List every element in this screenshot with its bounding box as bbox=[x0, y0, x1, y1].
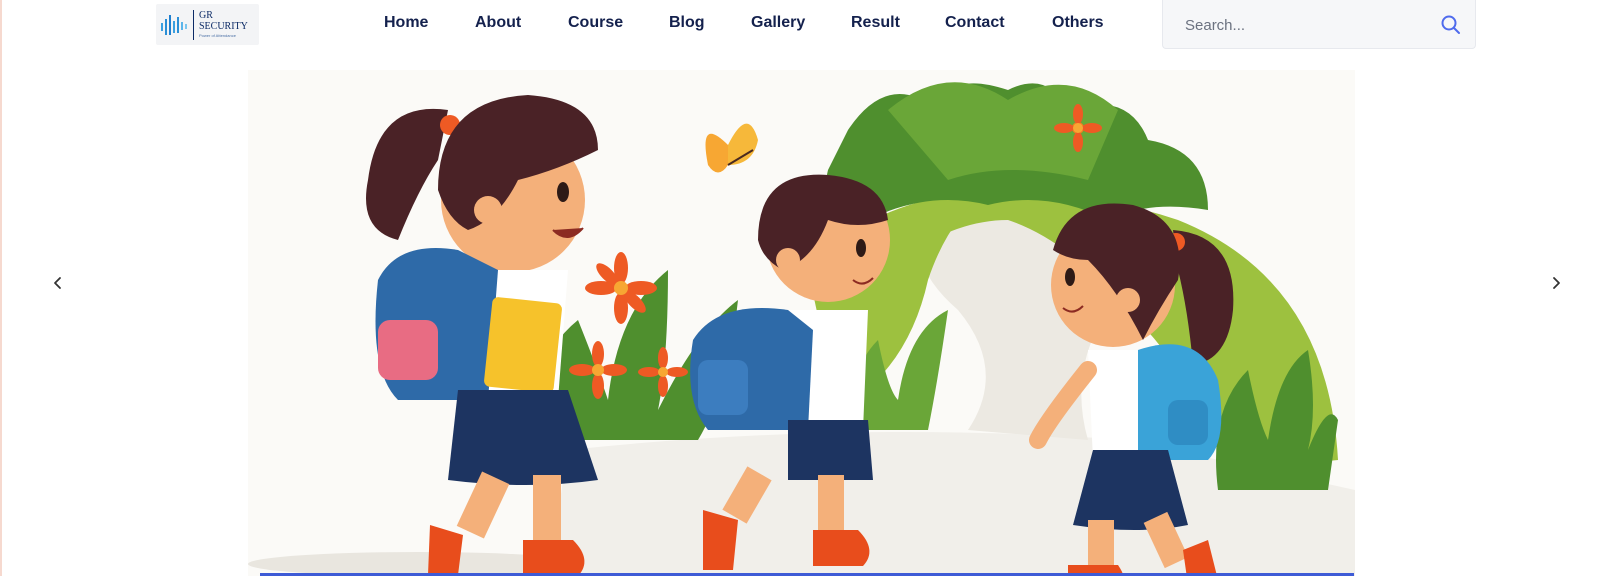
children-walking-illustration bbox=[248, 82, 1355, 576]
search-icon[interactable] bbox=[1439, 13, 1463, 37]
brand-line2: SECURITY bbox=[199, 21, 248, 32]
hero-banner bbox=[248, 70, 1355, 576]
brand-tagline: Power of Attendance bbox=[199, 33, 236, 38]
nav-course[interactable]: Course bbox=[568, 14, 623, 32]
nav-others[interactable]: Others bbox=[1052, 14, 1104, 32]
chevron-right-icon bbox=[1553, 277, 1560, 289]
logo-divider bbox=[193, 9, 194, 40]
nav-blog[interactable]: Blog bbox=[669, 14, 705, 32]
logo-bars-icon bbox=[161, 14, 187, 35]
carousel-prev-button[interactable] bbox=[47, 272, 69, 294]
nav-gallery[interactable]: Gallery bbox=[751, 14, 805, 32]
nav-home[interactable]: Home bbox=[384, 14, 428, 32]
brand-logo[interactable]: GR SECURITY Power of Attendance bbox=[156, 4, 259, 45]
nav-contact[interactable]: Contact bbox=[945, 14, 1005, 32]
nav-result[interactable]: Result bbox=[851, 14, 900, 32]
nav-about[interactable]: About bbox=[475, 14, 521, 32]
page-edge bbox=[0, 0, 2, 576]
chevron-left-icon bbox=[54, 277, 61, 289]
brand-line1: GR bbox=[199, 10, 213, 21]
carousel-next-button[interactable] bbox=[1545, 272, 1567, 294]
search-box bbox=[1162, 0, 1476, 49]
search-input[interactable] bbox=[1183, 12, 1427, 38]
